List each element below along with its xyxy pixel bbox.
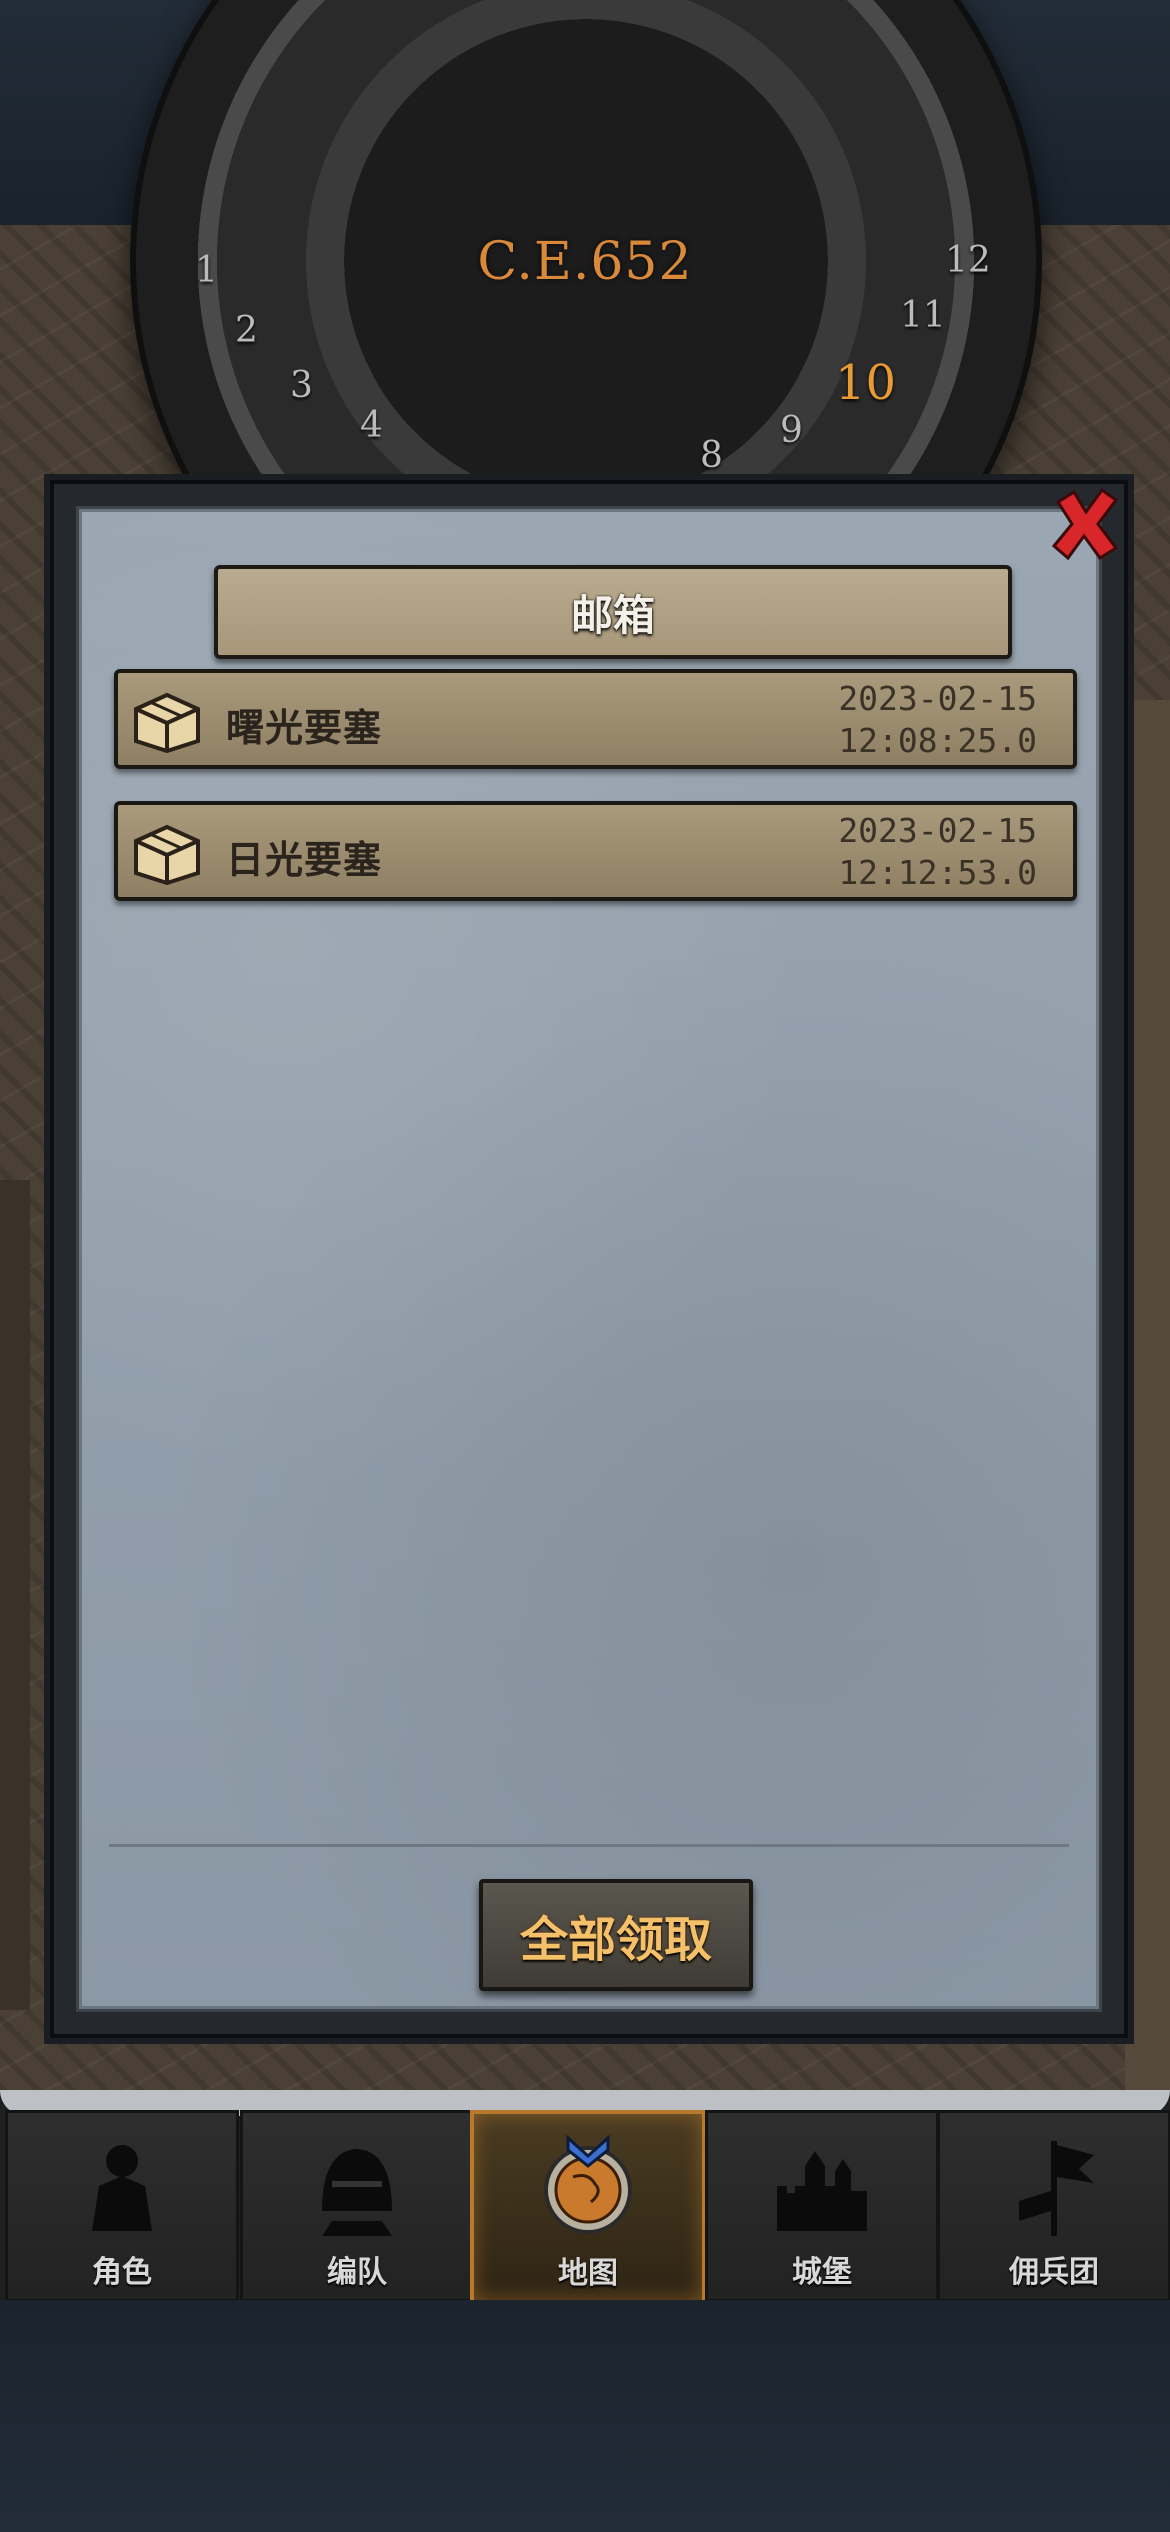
dialog-title: 邮箱	[570, 590, 655, 640]
nav-label: 地图	[558, 2256, 618, 2291]
mail-date: 2023-02-15	[838, 811, 1037, 850]
helmet-icon	[302, 2131, 412, 2241]
nav-label: 城堡	[792, 2255, 852, 2290]
dial-number: 4	[360, 405, 383, 446]
nav-label: 佣兵团	[1009, 2255, 1099, 2290]
close-button[interactable]	[1044, 484, 1124, 564]
mail-item[interactable]: 曙光要塞 2023-02-15 12:08:25.0	[114, 669, 1077, 769]
dial-number: 12	[945, 240, 991, 281]
right-side-panel	[1125, 700, 1170, 2090]
dial-number-active: 10	[835, 355, 897, 411]
nav-label: 角色	[92, 2255, 152, 2290]
left-side-panel	[0, 1180, 30, 2010]
knight-icon	[67, 2131, 177, 2241]
chest-icon	[130, 815, 204, 886]
nav-item-character[interactable]: 角色	[5, 2110, 239, 2302]
dial-number: 9	[780, 410, 803, 451]
divider	[109, 1844, 1069, 1847]
nav-item-mercenary[interactable]: 佣兵团	[937, 2110, 1170, 2302]
globe-icon	[533, 2132, 643, 2242]
mail-sender: 日光要塞	[226, 838, 383, 882]
mail-time: 12:12:53.0	[838, 853, 1037, 892]
claim-all-label: 全部领取	[519, 1912, 712, 1968]
dial-number: 11	[900, 295, 946, 336]
dial-number: 3	[290, 365, 313, 406]
nav-label: 编队	[327, 2255, 387, 2290]
claim-all-button[interactable]: 全部领取	[479, 1879, 753, 1991]
dialog-title-plate: 邮箱	[214, 565, 1012, 659]
nav-item-castle[interactable]: 城堡	[705, 2110, 939, 2302]
mail-item[interactable]: 日光要塞 2023-02-15 12:12:53.0	[114, 801, 1077, 901]
banner-icon	[999, 2131, 1109, 2241]
era-label: C.E.652	[477, 232, 693, 292]
mail-sender: 曙光要塞	[226, 706, 383, 750]
castle-icon	[767, 2131, 877, 2241]
dial-number: 2	[235, 310, 258, 351]
nav-item-map[interactable]: 地图	[470, 2110, 706, 2304]
dial-number: 1	[195, 250, 218, 291]
nav-item-formation[interactable]: 编队	[240, 2110, 474, 2302]
bottom-band	[0, 2300, 1170, 2532]
mail-time: 12:08:25.0	[838, 721, 1037, 760]
chest-icon	[130, 683, 204, 754]
dial-number: 8	[700, 435, 723, 476]
mail-date: 2023-02-15	[838, 679, 1037, 718]
mailbox-panel: 邮箱 曙光要塞 2023-02-15 12:08:25.0 日光要塞 2023-…	[76, 506, 1102, 2012]
bottom-nav: 角色 编队 地图 城堡 佣兵团	[0, 2090, 1170, 2304]
close-icon	[1051, 487, 1119, 561]
mailbox-dialog: 邮箱 曙光要塞 2023-02-15 12:08:25.0 日光要塞 2023-…	[50, 480, 1128, 2038]
